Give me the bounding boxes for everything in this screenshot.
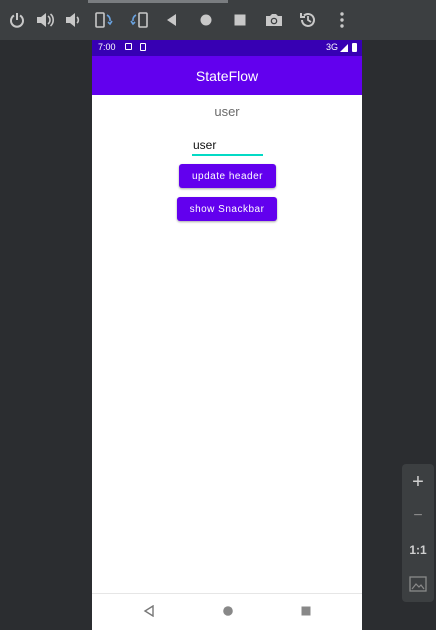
navigation-bar bbox=[92, 593, 362, 630]
nav-recents-icon[interactable] bbox=[299, 604, 313, 618]
sim-icon bbox=[140, 43, 146, 51]
overview-icon[interactable] bbox=[228, 8, 252, 32]
network-type: 3G bbox=[325, 42, 338, 52]
volume-down-icon[interactable] bbox=[61, 8, 85, 32]
actual-size-button[interactable]: 1:1 bbox=[402, 536, 434, 564]
notification-icon bbox=[125, 43, 132, 50]
battery-icon bbox=[352, 43, 357, 52]
rotate-left-icon[interactable] bbox=[92, 8, 116, 32]
device-screen: 7:00 3G StateFlow user update header sho… bbox=[92, 40, 362, 630]
nav-home-icon[interactable] bbox=[221, 604, 235, 618]
rotate-right-icon[interactable] bbox=[127, 8, 151, 32]
zoom-out-button[interactable]: − bbox=[402, 502, 434, 530]
signal-icon bbox=[340, 44, 348, 52]
status-bar: 7:00 3G bbox=[92, 40, 362, 56]
more-icon[interactable] bbox=[330, 8, 354, 32]
home-icon[interactable] bbox=[194, 8, 218, 32]
power-icon[interactable] bbox=[5, 8, 29, 32]
nav-back-icon[interactable] bbox=[142, 604, 156, 618]
back-icon[interactable] bbox=[160, 8, 184, 32]
zoom-area-icon[interactable] bbox=[402, 570, 434, 598]
header-text: user bbox=[214, 104, 240, 119]
volume-up-icon[interactable] bbox=[33, 8, 57, 32]
app-bar: StateFlow bbox=[92, 56, 362, 95]
snapshot-icon[interactable] bbox=[296, 8, 320, 32]
header-input[interactable] bbox=[192, 136, 263, 156]
update-header-button[interactable]: update header bbox=[179, 164, 276, 188]
zoom-panel: + − 1:1 bbox=[402, 464, 434, 602]
zoom-in-button[interactable]: + bbox=[402, 468, 434, 496]
emulator-toolbar bbox=[0, 0, 436, 40]
show-snackbar-button[interactable]: show Snackbar bbox=[177, 197, 277, 221]
camera-icon[interactable] bbox=[262, 8, 286, 32]
app-title: StateFlow bbox=[195, 67, 259, 84]
status-time: 7:00 bbox=[98, 42, 116, 52]
toolbar-scroll-thumb[interactable] bbox=[88, 0, 228, 3]
